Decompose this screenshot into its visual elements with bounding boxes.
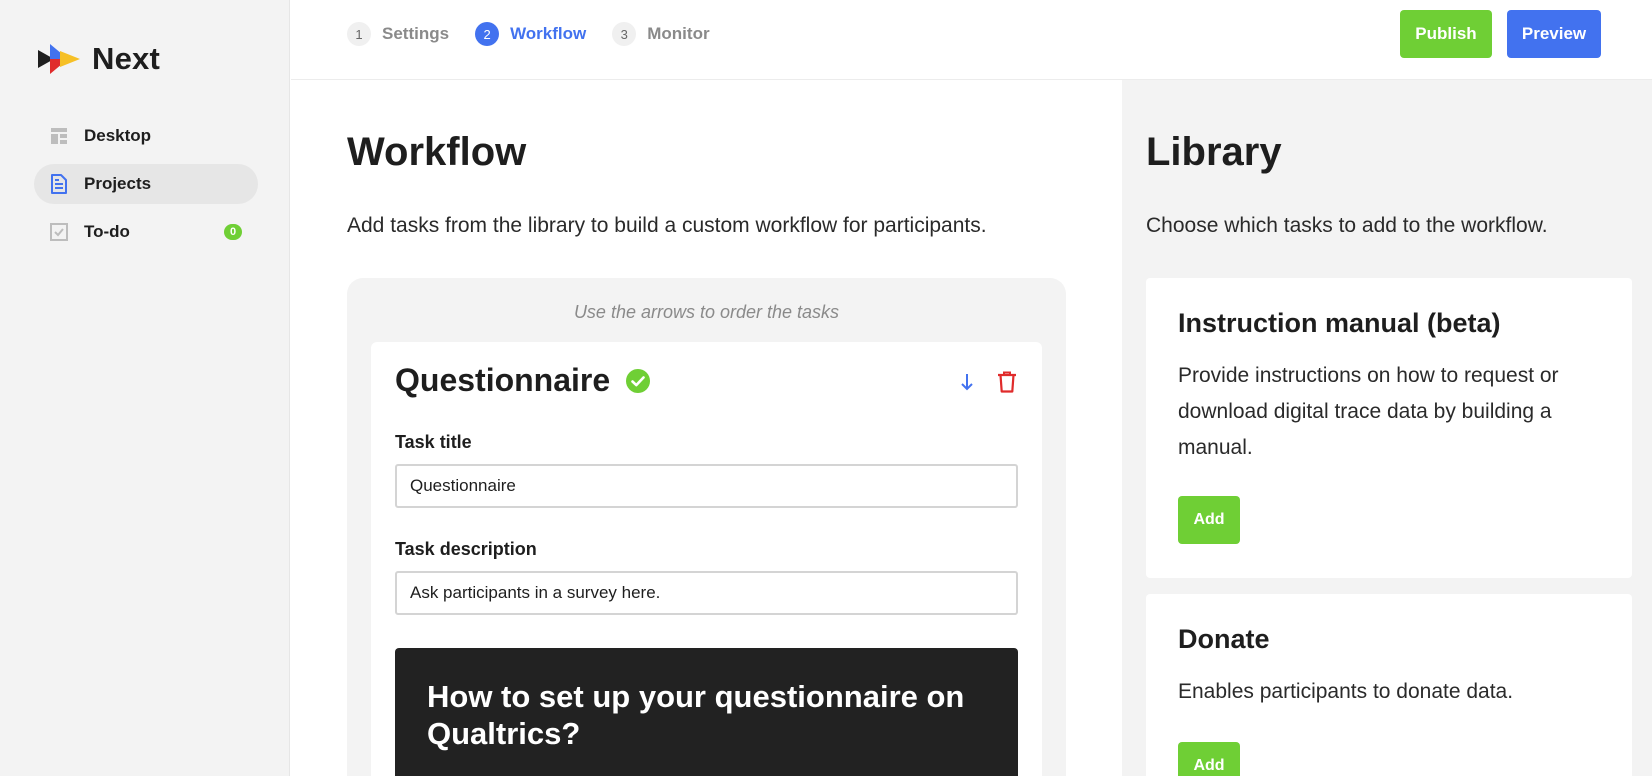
- step-number: 1: [347, 22, 371, 46]
- step-label: Settings: [382, 24, 450, 43]
- sidebar-item-label: Desktop: [84, 126, 152, 145]
- sidebar-item-projects[interactable]: Projects: [34, 164, 258, 204]
- library-description: Choose which tasks to add to the workflo…: [1146, 214, 1548, 237]
- library-card-donate: Donate Enables participants to donate da…: [1146, 594, 1632, 776]
- step-number: 3: [612, 22, 637, 46]
- workflow-panel: Workflow Add tasks from the library to b…: [291, 80, 1122, 776]
- sidebar-item-label: Projects: [84, 174, 152, 193]
- task-header: Questionnaire: [395, 362, 651, 399]
- sidebar-item-desktop[interactable]: Desktop: [34, 116, 258, 156]
- task-title-input[interactable]: [395, 464, 1018, 508]
- brand[interactable]: Next: [36, 40, 160, 78]
- sidebar-nav: Desktop Projects To-do 0: [34, 116, 258, 260]
- task-description-label: Task description: [395, 539, 537, 559]
- trash-icon[interactable]: [996, 370, 1018, 394]
- info-heading: How to set up your questionnaire on Qual…: [427, 679, 965, 751]
- step-label: Workflow: [510, 24, 587, 43]
- publish-button[interactable]: Publish: [1400, 10, 1492, 58]
- task-title-label: Task title: [395, 432, 472, 452]
- step-workflow[interactable]: 2 Workflow: [475, 22, 586, 46]
- sidebar: Next Desktop Projects To-do 0: [0, 0, 290, 776]
- task-list: Use the arrows to order the tasks Questi…: [347, 278, 1066, 776]
- library-panel: Library Choose which tasks to add to the…: [1122, 80, 1652, 776]
- sidebar-item-todo[interactable]: To-do 0: [34, 212, 258, 252]
- logo-icon: [36, 40, 82, 78]
- step-label: Monitor: [647, 24, 710, 43]
- brand-name: Next: [92, 41, 160, 76]
- library-title: Library: [1146, 130, 1282, 174]
- library-card-description: Enables participants to donate data.: [1178, 680, 1514, 703]
- task-card: Questionnaire Task title Task descriptio…: [371, 342, 1042, 776]
- step-settings[interactable]: 1 Settings: [347, 22, 449, 46]
- check-circle-icon: [626, 368, 651, 393]
- library-card-title: Instruction manual (beta): [1178, 308, 1501, 338]
- desktop-icon: [50, 127, 68, 145]
- add-donate-button[interactable]: Add: [1178, 742, 1240, 776]
- preview-button[interactable]: Preview: [1507, 10, 1601, 58]
- task-title: Questionnaire: [395, 362, 611, 398]
- top-bar: 1 Settings 2 Workflow 3 Monitor Publish …: [291, 0, 1652, 80]
- checkbox-icon: [50, 223, 68, 241]
- page-description: Add tasks from the library to build a cu…: [347, 214, 987, 237]
- document-icon: [50, 174, 68, 194]
- sidebar-item-label: To-do: [84, 222, 130, 241]
- task-description-input[interactable]: [395, 571, 1018, 615]
- library-card-instruction-manual: Instruction manual (beta) Provide instru…: [1146, 278, 1632, 578]
- library-card-description: Provide instructions on how to request o…: [1178, 364, 1559, 459]
- qualtrics-info-box: How to set up your questionnaire on Qual…: [395, 648, 1018, 776]
- step-navigation: 1 Settings 2 Workflow 3 Monitor: [347, 22, 736, 46]
- step-monitor[interactable]: 3 Monitor: [612, 22, 710, 46]
- library-card-title: Donate: [1178, 624, 1270, 654]
- add-instruction-manual-button[interactable]: Add: [1178, 496, 1240, 544]
- task-actions: [938, 370, 1018, 394]
- step-number: 2: [475, 22, 500, 46]
- ordering-hint: Use the arrows to order the tasks: [573, 302, 840, 322]
- todo-count-badge: 0: [224, 224, 242, 240]
- page-title: Workflow: [347, 130, 527, 174]
- arrow-down-icon[interactable]: [956, 370, 978, 394]
